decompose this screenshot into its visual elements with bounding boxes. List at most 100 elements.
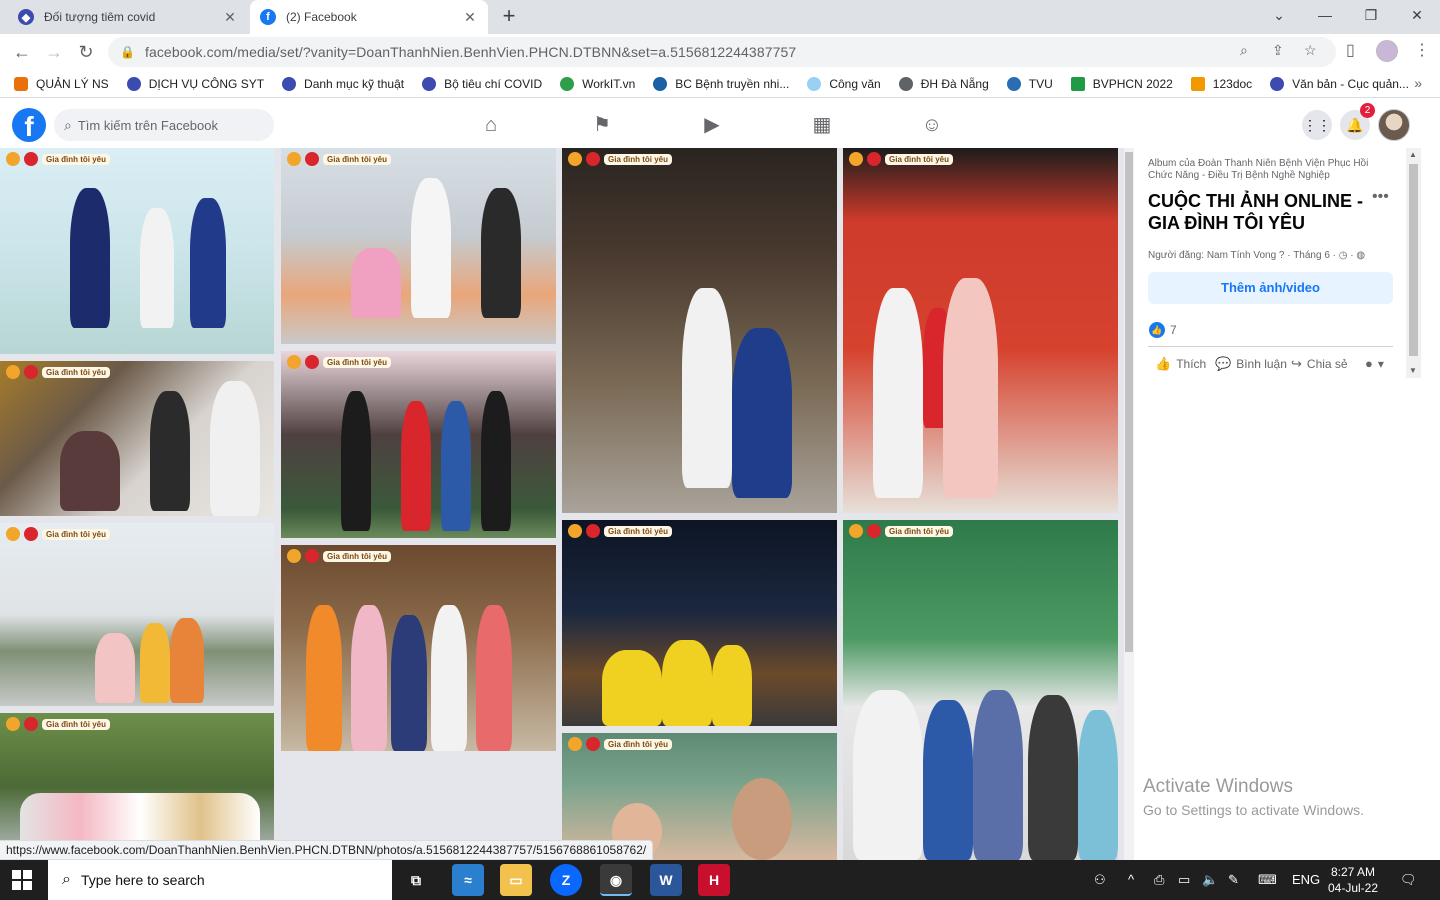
chevron-up-icon[interactable]: ^ xyxy=(1128,872,1134,887)
tab-facebook[interactable]: f (2) Facebook ✕ xyxy=(250,0,488,34)
input-language[interactable]: ENG xyxy=(1292,872,1320,887)
file-explorer-icon[interactable]: ▭ xyxy=(500,864,532,896)
album-photo[interactable]: Gia đình tôi yêu xyxy=(281,545,556,751)
like-count[interactable]: 7 xyxy=(1170,323,1177,337)
album-photo[interactable]: Gia đình tôi yêu xyxy=(843,520,1118,860)
chrome-icon[interactable]: ◉ xyxy=(600,864,632,896)
minimize-button[interactable]: — xyxy=(1302,0,1348,32)
more-options-icon[interactable]: ••• xyxy=(1372,188,1389,206)
zalo-icon[interactable]: Z xyxy=(550,864,582,896)
grid-scrollbar[interactable] xyxy=(1124,148,1134,860)
bookmark-item[interactable]: BVPHCN 2022 xyxy=(1070,76,1173,91)
album-owner[interactable]: Album của Đoàn Thanh Niên Bệnh Viện Phục… xyxy=(1148,158,1383,182)
album-photo[interactable]: Gia đình tôi yêu xyxy=(562,148,837,513)
home-icon[interactable]: ⌂ xyxy=(471,111,511,139)
scrollbar-thumb[interactable] xyxy=(1125,152,1133,652)
album-photo[interactable]: Gia đình tôi yêu xyxy=(0,148,274,354)
bookmark-item[interactable]: 123doc xyxy=(1190,76,1252,91)
album-photo[interactable]: Gia đình tôi yêu xyxy=(0,361,274,516)
pages-flag-icon[interactable]: ⚑ xyxy=(582,111,622,139)
panel-scrollbar[interactable]: ▲ ▼ xyxy=(1406,148,1421,378)
photo-subject xyxy=(441,401,471,531)
photo-subject xyxy=(411,178,451,318)
album-photo[interactable]: Gia đình tôi yêu xyxy=(0,523,274,706)
bookmark-item[interactable]: Công văn xyxy=(807,76,881,91)
url-text: facebook.com/media/set/?vanity=DoanThanh… xyxy=(144,44,797,60)
bookmark-item[interactable]: BC Bệnh truyền nhi... xyxy=(653,76,789,91)
scrollbar-thumb[interactable] xyxy=(1409,164,1418,356)
bookmark-item[interactable]: Văn bản - Cục quản... xyxy=(1270,76,1409,91)
network-icon[interactable]: ▭ xyxy=(1178,872,1190,888)
zoom-search-icon[interactable]: ⌕ xyxy=(1240,42,1248,59)
new-tab-button[interactable]: + xyxy=(496,5,522,29)
bookmark-item[interactable]: Danh mục kỹ thuật xyxy=(282,76,404,91)
bookmark-item[interactable]: TVU xyxy=(1006,76,1053,91)
menu-grid-icon[interactable]: ⋮⋮ xyxy=(1302,110,1332,140)
share-icon[interactable]: ⇪ xyxy=(1272,42,1284,59)
scroll-down-icon[interactable]: ▼ xyxy=(1409,366,1417,375)
back-button[interactable]: ← xyxy=(8,38,36,66)
facebook-logo-icon[interactable]: f xyxy=(12,108,46,142)
like-button[interactable]: 👍 Thích xyxy=(1155,356,1206,372)
app-icon[interactable]: ≈ xyxy=(452,864,484,896)
address-bar[interactable]: 🔒 facebook.com/media/set/?vanity=DoanTha… xyxy=(108,37,1336,67)
start-button[interactable] xyxy=(12,870,32,890)
restore-button[interactable]: ❐ xyxy=(1348,0,1394,32)
scroll-up-icon[interactable]: ▲ xyxy=(1409,150,1417,159)
bookmark-item[interactable]: DỊCH VỤ CÔNG SYT xyxy=(126,76,264,91)
contest-sticker-label: Gia đình tôi yêu xyxy=(604,525,673,537)
keyboard-icon[interactable]: ⌨ xyxy=(1258,872,1277,888)
pen-icon[interactable]: ✎ xyxy=(1228,872,1239,888)
account-avatar[interactable] xyxy=(1378,109,1410,141)
bookmark-item[interactable]: ĐH Đà Nẵng xyxy=(898,76,989,91)
watch-video-icon[interactable]: ▶ xyxy=(692,111,732,139)
notification-center-icon[interactable]: 🗨 xyxy=(1400,872,1417,888)
reload-button[interactable]: ↻ xyxy=(72,38,100,66)
bookmark-item[interactable]: WorkIT.vn xyxy=(560,76,635,91)
volume-icon[interactable]: 🔈 xyxy=(1202,872,1218,888)
photo-subject xyxy=(391,615,427,751)
tab-search-icon[interactable]: ⌄ xyxy=(1256,0,1302,32)
side-panel-icon[interactable]: ▯ xyxy=(1346,40,1355,60)
bookmarks-overflow-icon[interactable]: » xyxy=(1414,75,1422,91)
menu-kebab-icon[interactable]: ⋮ xyxy=(1414,40,1430,60)
photo-subject xyxy=(210,381,260,516)
album-photo[interactable]: Gia đình tôi yêu xyxy=(281,148,556,344)
tab-covid[interactable]: ◆ Đối tượng tiêm covid ✕ xyxy=(8,0,248,34)
people-icon[interactable]: ⚇ xyxy=(1094,872,1106,888)
share-button[interactable]: ↪ Chia sẻ xyxy=(1291,356,1348,372)
posted-by[interactable]: Người đăng: Nam Tính Vong xyxy=(1148,250,1276,261)
facebook-search[interactable]: ⌕ xyxy=(54,109,274,141)
facebook-header: f ⌕ ⌂ ⚑ ▶ ▦ ☺ ⋮⋮ 🔔 xyxy=(0,103,1440,147)
bookmark-star-icon[interactable]: ☆ xyxy=(1304,42,1317,59)
add-photo-video-button[interactable]: Thêm ảnh/video xyxy=(1148,272,1393,304)
comment-button[interactable]: 💬 Bình luận xyxy=(1215,356,1287,372)
close-tab-icon[interactable]: ✕ xyxy=(462,9,478,26)
help-icon: ? xyxy=(1278,250,1285,261)
taskbar-search[interactable]: ⌕ Type here to search xyxy=(48,860,392,900)
post-date[interactable]: Tháng 6 xyxy=(1293,250,1330,261)
printer-icon[interactable]: ⎙ xyxy=(1154,872,1164,888)
task-view-icon[interactable]: ⧉ xyxy=(400,864,432,896)
close-tab-icon[interactable]: ✕ xyxy=(222,9,238,26)
bookmark-item[interactable]: QUẢN LÝ NS xyxy=(14,76,109,91)
album-photo[interactable]: Gia đình tôi yêu xyxy=(281,351,556,538)
album-photo[interactable]: Gia đình tôi yêu xyxy=(843,148,1118,513)
bookmark-item[interactable]: Bộ tiêu chí COVID xyxy=(422,76,542,91)
search-input[interactable] xyxy=(77,117,248,133)
photo-subject xyxy=(190,198,226,328)
album-photo[interactable]: Gia đình tôi yêu xyxy=(0,713,274,860)
word-icon[interactable]: W xyxy=(650,864,682,896)
photo-subject xyxy=(682,288,732,488)
post-as-selector[interactable]: ● ▾ xyxy=(1365,356,1384,371)
marketplace-icon[interactable]: ▦ xyxy=(802,111,842,139)
profile-avatar[interactable] xyxy=(1376,40,1398,62)
contest-stickers: Gia đình tôi yêu xyxy=(287,549,392,563)
close-window-button[interactable]: ✕ xyxy=(1394,0,1440,32)
forward-button[interactable]: → xyxy=(40,38,68,66)
album-photo[interactable]: Gia đình tôi yêu xyxy=(562,520,837,726)
groups-icon[interactable]: ☺ xyxy=(912,111,952,139)
app-icon[interactable]: H xyxy=(698,864,730,896)
lock-icon[interactable]: 🔒 xyxy=(120,45,135,59)
taskbar-clock[interactable]: 8:27 AM 04-Jul-22 xyxy=(1320,864,1386,896)
